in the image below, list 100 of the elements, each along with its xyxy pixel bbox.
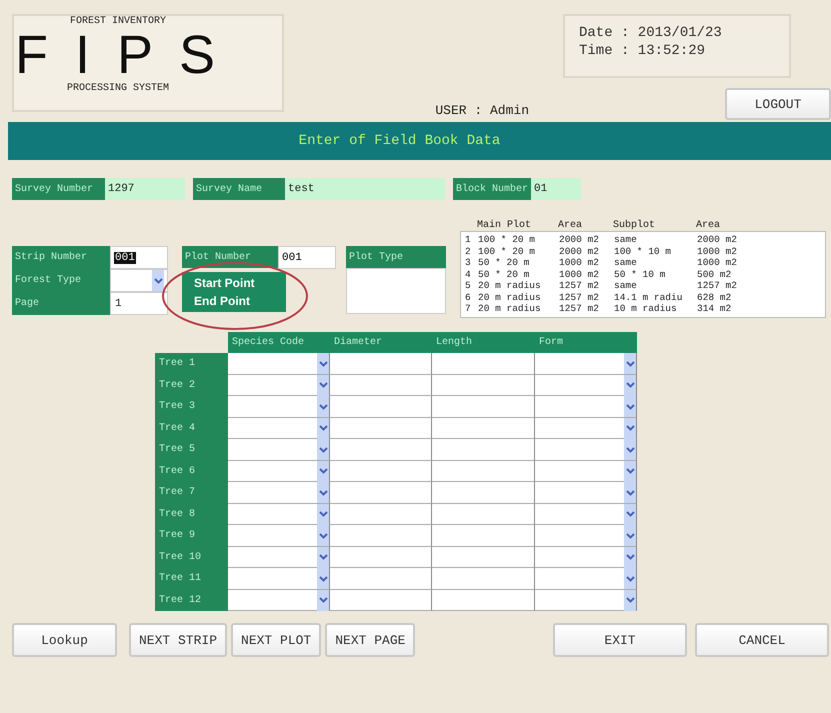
- table-cell-text: same: [614, 234, 638, 246]
- table-cell-text: 50 * 20 m: [478, 268, 530, 280]
- row-label: Tree 11: [155, 568, 228, 590]
- input-cell[interactable]: [432, 482, 535, 504]
- input-cell[interactable]: [330, 546, 432, 568]
- field-label: Page: [12, 292, 110, 315]
- input-field[interactable]: 1: [110, 292, 168, 315]
- select-cell[interactable]: [535, 525, 637, 546]
- select-cell[interactable]: [535, 460, 637, 482]
- input-cell[interactable]: [432, 568, 535, 590]
- input-cell[interactable]: [432, 439, 535, 460]
- input-field[interactable]: [346, 268, 446, 314]
- action-button[interactable]: EXIT: [553, 623, 687, 657]
- table-cell-text: 1000 m2: [559, 268, 600, 280]
- select-cell[interactable]: [535, 504, 637, 525]
- input-cell[interactable]: [432, 460, 535, 482]
- select-cell[interactable]: [228, 418, 330, 439]
- select-cell[interactable]: [535, 568, 637, 590]
- select-cell[interactable]: [535, 396, 637, 418]
- nav-button[interactable]: NEXT STRIP: [129, 623, 228, 657]
- select-cell[interactable]: [228, 504, 330, 525]
- select-cell[interactable]: [228, 374, 330, 396]
- input-cell[interactable]: [432, 418, 535, 439]
- table-cell-text: 100 * 10 m: [614, 246, 672, 257]
- field-label: Plot Number: [182, 246, 278, 268]
- select-cell[interactable]: [535, 439, 637, 460]
- table-cell-text: 50 * 10 m: [614, 268, 666, 280]
- value-field[interactable]: 01: [531, 178, 581, 200]
- select-cell[interactable]: [228, 353, 330, 374]
- field-label: Forest Type: [12, 269, 110, 292]
- table-cell-text: 2000 m2: [559, 234, 600, 246]
- select-cell[interactable]: [228, 590, 330, 611]
- input-cell[interactable]: [330, 504, 432, 525]
- row-label: Tree 3: [155, 396, 228, 418]
- select-cell[interactable]: [535, 590, 637, 611]
- select-cell[interactable]: [228, 525, 330, 546]
- select-cell[interactable]: [228, 396, 330, 418]
- select-cell[interactable]: [228, 546, 330, 568]
- input-cell[interactable]: [432, 590, 535, 611]
- row-number: 4: [465, 268, 472, 280]
- field-label: Plot Type: [346, 246, 446, 268]
- row-label: Tree 1: [155, 353, 228, 374]
- select-cell[interactable]: [228, 439, 330, 460]
- table-cell-text: 100 * 20 m: [478, 234, 536, 246]
- logout-button[interactable]: LOGOUT: [725, 88, 831, 120]
- select-cell[interactable]: [228, 460, 330, 482]
- table-cell-text: same: [614, 257, 638, 268]
- column-header: Length: [432, 332, 535, 353]
- column-header: Form: [535, 332, 637, 353]
- input-cell[interactable]: [432, 353, 535, 374]
- table-cell-text: 20 m radius: [478, 280, 542, 292]
- select-cell[interactable]: [535, 482, 637, 504]
- input-cell[interactable]: [330, 568, 432, 590]
- input-field[interactable]: 001: [278, 246, 336, 269]
- select-cell[interactable]: [535, 374, 637, 396]
- nav-button[interactable]: NEXT PLOT: [231, 623, 322, 657]
- date-text: Date : 2013/01/23: [579, 24, 723, 42]
- table-cell-text: 50 * 20 m: [478, 257, 530, 268]
- row-number: 3: [465, 257, 472, 268]
- select-cell[interactable]: [228, 482, 330, 504]
- input-cell[interactable]: [330, 460, 432, 482]
- input-cell[interactable]: [432, 374, 535, 396]
- nav-button[interactable]: NEXT PAGE: [325, 623, 416, 657]
- table-cell-text: 1257 m2: [559, 292, 600, 303]
- input-cell[interactable]: [330, 418, 432, 439]
- row-label: Tree 12: [155, 590, 228, 611]
- logo-bottom-text: PROCESSING SYSTEM: [66, 83, 170, 94]
- select-cell[interactable]: [535, 546, 637, 568]
- input-cell[interactable]: [330, 374, 432, 396]
- table-cell-text: 20 m radius: [478, 303, 542, 314]
- input-cell[interactable]: [330, 590, 432, 611]
- dropdown-option[interactable]: Start Point: [182, 274, 286, 292]
- input-cell[interactable]: [330, 525, 432, 546]
- input-cell[interactable]: [432, 396, 535, 418]
- input-cell[interactable]: [432, 525, 535, 546]
- input-cell[interactable]: [432, 546, 535, 568]
- table-cell-text: 1000 m2: [559, 257, 600, 268]
- table-cell-text: 1257 m2: [559, 303, 600, 314]
- dropdown-option[interactable]: End Point: [182, 292, 286, 310]
- select-cell[interactable]: [535, 418, 637, 439]
- nav-button[interactable]: Lookup: [12, 623, 117, 657]
- table-cell-text: 1257 m2: [697, 280, 738, 292]
- table-cell-text: 20 m radius: [478, 292, 542, 303]
- value-field[interactable]: test: [285, 178, 445, 200]
- value-field[interactable]: 1297: [105, 178, 185, 200]
- table-cell-text: 10 m radius: [614, 303, 678, 314]
- select-field[interactable]: [110, 269, 168, 292]
- input-cell[interactable]: [330, 482, 432, 504]
- time-text: Time : 13:52:29: [579, 42, 706, 60]
- input-cell[interactable]: [432, 504, 535, 525]
- input-cell[interactable]: [330, 396, 432, 418]
- logo-top-text: FOREST INVENTORY: [70, 16, 166, 27]
- select-cell[interactable]: [228, 568, 330, 590]
- table-cell-text: 1000 m2: [697, 246, 738, 257]
- user-label: USER : Admin: [435, 103, 529, 118]
- input-cell[interactable]: [330, 353, 432, 374]
- select-cell[interactable]: [535, 353, 637, 374]
- action-button[interactable]: CANCEL: [695, 623, 829, 657]
- input-cell[interactable]: [330, 439, 432, 460]
- input-field[interactable]: 001: [110, 246, 168, 269]
